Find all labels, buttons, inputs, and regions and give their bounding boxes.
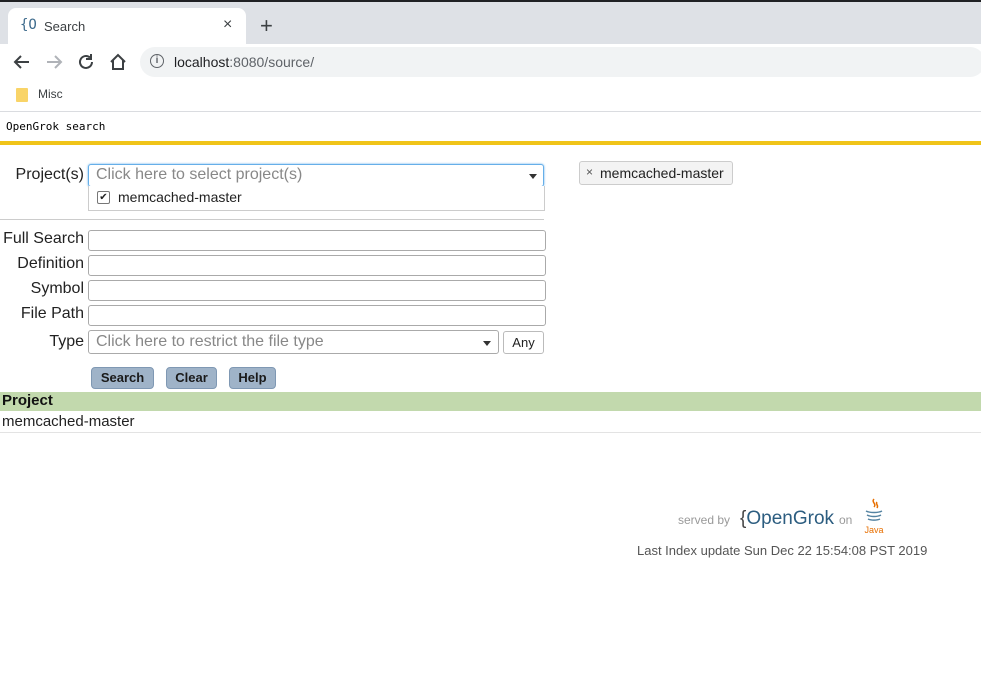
type-label: Type <box>49 333 84 350</box>
logo-text: OpenGrok <box>746 508 835 529</box>
type-placeholder: Click here to restrict the file type <box>96 333 324 350</box>
search-button[interactable]: Search <box>91 367 154 389</box>
folder-icon[interactable] <box>16 88 28 102</box>
symbol-input[interactable] <box>88 280 546 301</box>
forward-icon[interactable] <box>43 51 65 73</box>
new-tab-icon[interactable]: + <box>260 15 273 37</box>
project-link[interactable]: memcached-master <box>2 413 135 430</box>
served-by-text: served by <box>678 513 731 527</box>
checkbox-checked-icon[interactable]: ✔ <box>97 191 110 204</box>
symbol-label: Symbol <box>30 280 84 297</box>
header-accent-bar <box>0 141 981 145</box>
project-column-header: Project <box>2 392 53 409</box>
address-bar[interactable]: i localhost:8080/source/ <box>140 47 981 77</box>
url-path: :8080/source/ <box>229 54 315 70</box>
java-logo-text: Java <box>864 525 883 535</box>
projects-select[interactable]: Click here to select project(s) <box>88 164 544 187</box>
divider <box>0 219 544 220</box>
browser-toolbar: i localhost:8080/source/ <box>0 44 981 81</box>
opengrok-logo[interactable]: {OpenGrok <box>740 508 834 530</box>
reload-icon[interactable] <box>75 51 97 73</box>
any-button[interactable]: Any <box>503 331 544 354</box>
full-search-label: Full Search <box>3 230 84 247</box>
url-host: localhost <box>174 54 230 70</box>
page-header: OpenGrok search <box>6 120 106 133</box>
tab-strip: {O Search × + <box>0 0 981 44</box>
opengrok-favicon-icon: {O <box>20 17 37 33</box>
browser-tab[interactable]: {O Search × <box>8 8 246 44</box>
selected-project-chip: × memcached-master <box>579 161 733 185</box>
dropdown-option[interactable]: memcached-master <box>118 189 242 205</box>
chevron-down-icon[interactable] <box>483 341 491 346</box>
remove-chip-icon[interactable]: × <box>586 165 593 179</box>
java-logo-icon[interactable]: Java <box>862 497 886 537</box>
table-row-divider <box>0 432 981 433</box>
projects-label: Project(s) <box>15 166 84 183</box>
file-path-input[interactable] <box>88 305 546 326</box>
projects-dropdown: ✔ memcached-master <box>88 186 545 211</box>
bookmarks-bar: Misc <box>0 81 981 112</box>
on-text: on <box>839 513 853 527</box>
window-top-edge <box>0 0 981 2</box>
project-table-header: Project <box>0 392 981 411</box>
chip-label: memcached-master <box>600 165 724 181</box>
definition-input[interactable] <box>88 255 546 276</box>
url-text: localhost:8080/source/ <box>174 54 314 70</box>
last-index-update: Last Index update Sun Dec 22 15:54:08 PS… <box>637 543 928 558</box>
full-search-input[interactable] <box>88 230 546 251</box>
projects-placeholder: Click here to select project(s) <box>96 166 303 183</box>
close-tab-icon[interactable]: × <box>223 16 232 34</box>
bookmark-misc[interactable]: Misc <box>38 87 63 101</box>
file-path-label: File Path <box>20 305 84 322</box>
help-button[interactable]: Help <box>229 367 276 389</box>
clear-button[interactable]: Clear <box>166 367 217 389</box>
type-select[interactable]: Click here to restrict the file type <box>88 330 499 354</box>
site-info-icon[interactable]: i <box>150 54 164 68</box>
back-icon[interactable] <box>11 51 33 73</box>
home-icon[interactable] <box>107 51 129 73</box>
tab-title: Search <box>44 19 86 34</box>
chevron-down-icon[interactable] <box>529 174 537 179</box>
definition-label: Definition <box>17 255 84 272</box>
